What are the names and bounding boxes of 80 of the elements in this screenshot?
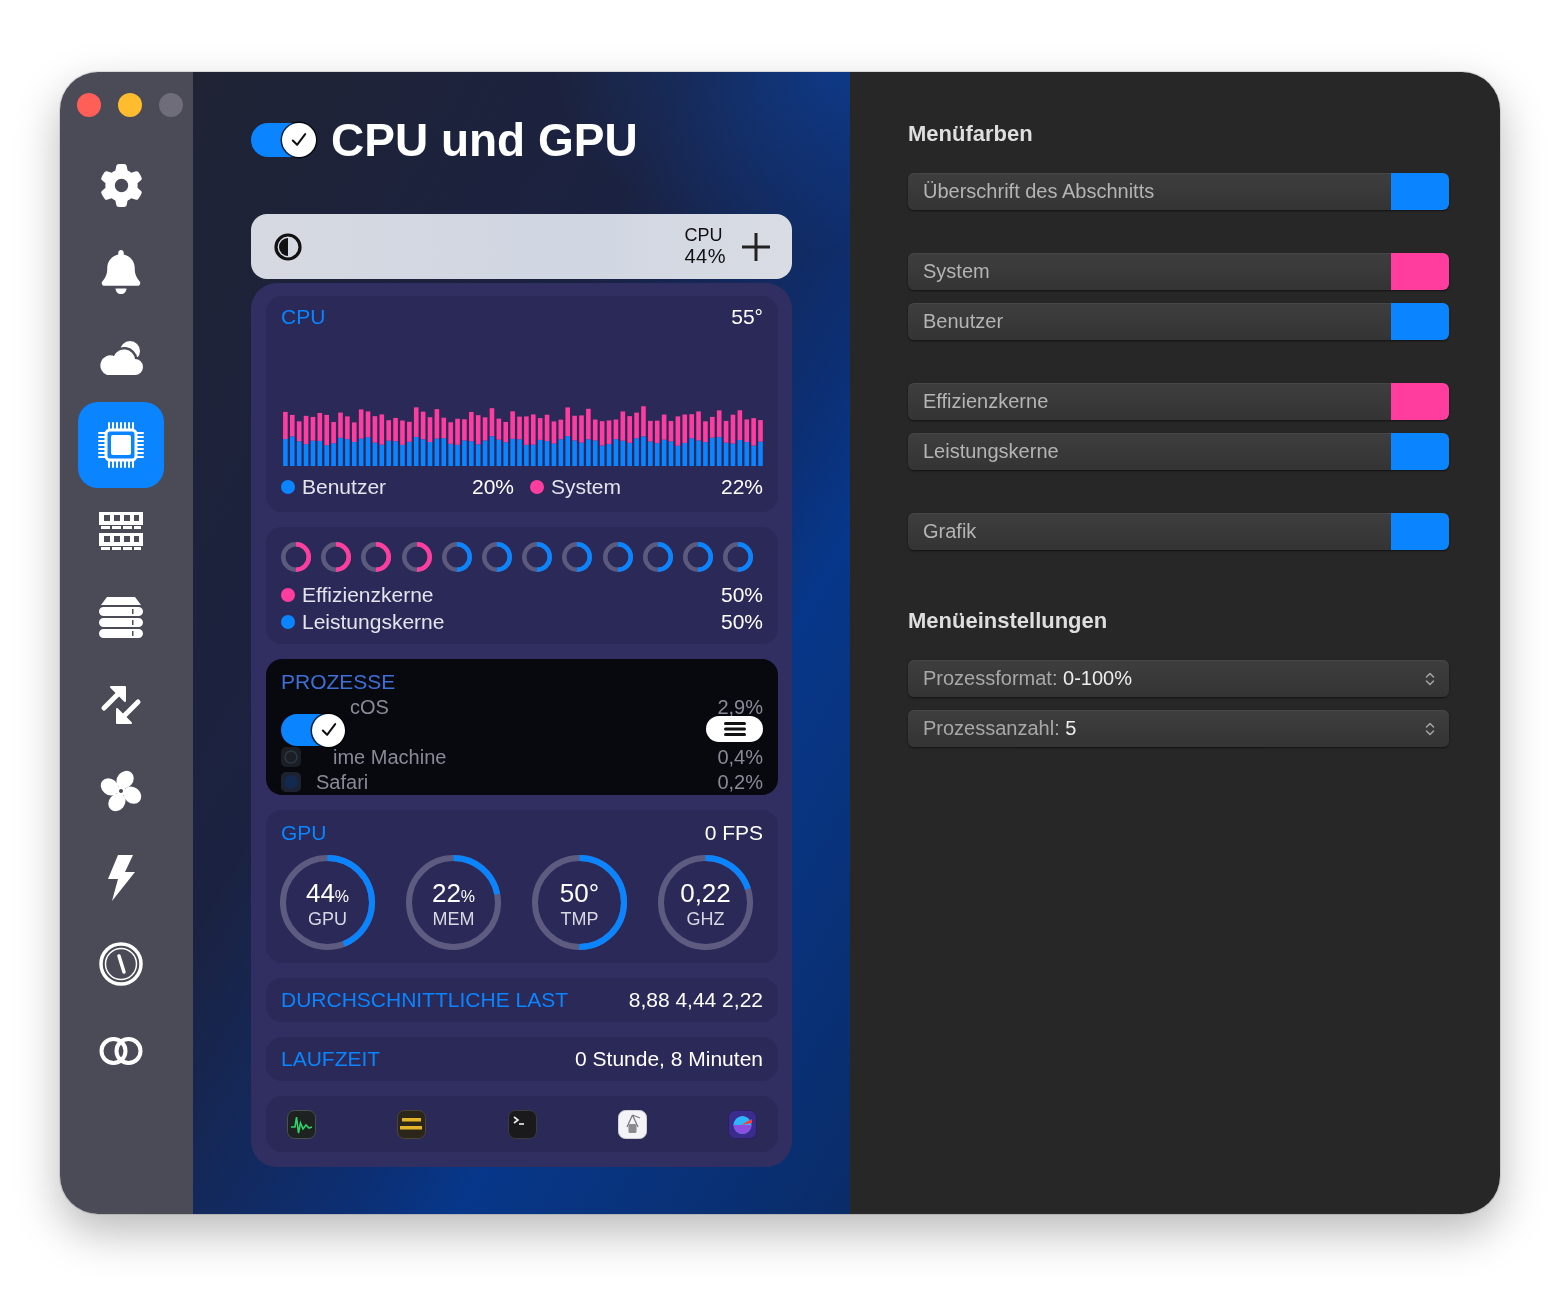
section-title: DURCHSCHNITTLICHE LAST [281, 988, 569, 1012]
plus-icon[interactable] [741, 231, 771, 262]
color-swatch[interactable] [1391, 383, 1449, 420]
cloud-sun-icon [98, 340, 144, 377]
load-values: 8,88 4,44 2,22 [628, 988, 763, 1012]
process-value: 0,4% [717, 747, 763, 767]
popup-button[interactable]: Prozessformat: 0-100% [908, 660, 1449, 697]
chevron-updown-icon [1425, 720, 1435, 737]
memory-module-icon [99, 512, 143, 551]
legend-value: 22% [720, 475, 763, 499]
heartbeat-chart-icon[interactable] [287, 1109, 316, 1139]
page-title: CPU und GPU [331, 117, 638, 163]
process-value: 2,9% [717, 697, 763, 717]
settings-icon [99, 163, 143, 207]
color-swatch[interactable] [1391, 513, 1449, 550]
uptime-value: 0 Stunde, 8 Minuten [575, 1047, 763, 1071]
minimize-button[interactable] [118, 93, 142, 117]
process-name: ime Machine [333, 747, 448, 767]
terminal-icon[interactable] [507, 1109, 537, 1139]
menu-button[interactable] [706, 716, 763, 742]
check-icon [290, 131, 308, 149]
color-label: Leistungskerne [923, 440, 1060, 463]
color-label: Grafik [923, 520, 978, 543]
gauge-icon [99, 942, 143, 987]
gauge-app-icon[interactable] [728, 1109, 757, 1139]
section-heading: Menüeinstellungen [908, 609, 1109, 633]
legend-value: 50% [720, 582, 763, 607]
bolt-icon [107, 854, 135, 901]
bell-icon [99, 249, 143, 294]
color-swatch[interactable] [1391, 433, 1449, 470]
close-button[interactable] [77, 93, 101, 117]
fps-reading: 0 FPS [704, 821, 763, 845]
sidebar-item[interactable] [78, 401, 164, 488]
color-swatch[interactable] [1391, 303, 1449, 340]
half-circle-icon[interactable] [274, 232, 302, 261]
menu-preview-label: CPU [684, 224, 723, 246]
legend-value: 20% [471, 475, 514, 499]
legend-value: 50% [720, 609, 763, 634]
check-icon [319, 721, 338, 739]
color-label: System [923, 260, 991, 283]
chip-icon [98, 421, 144, 468]
gauge-label: TMP [560, 909, 599, 928]
section-title: CPU [281, 305, 326, 329]
toggle-switch[interactable] [281, 714, 345, 746]
menu-preview-value: 44% [684, 245, 726, 269]
chevron-updown-icon [1425, 670, 1435, 687]
temperature-reading: 55° [731, 305, 763, 329]
color-label: Effizienzkerne [923, 390, 1050, 413]
section-title: GPU [281, 821, 327, 845]
gauge-value: 50° [559, 879, 600, 906]
section-title: LAUFZEIT [281, 1047, 381, 1071]
ring-app-icon [281, 747, 301, 767]
color-swatch[interactable] [1391, 253, 1449, 290]
gauge-label: GHZ [686, 909, 725, 928]
gauge-label: MEM [432, 909, 475, 928]
legend-label: System [551, 475, 622, 499]
gauge-value: 0,22 [680, 879, 731, 906]
toggle-switch[interactable] [251, 123, 316, 157]
popup-button[interactable]: Prozessanzahl: 5 [908, 710, 1449, 747]
disc-app-icon [281, 772, 301, 792]
process-name: cOS [350, 697, 390, 717]
device-icon[interactable] [617, 1109, 647, 1139]
color-label: Benutzer [923, 310, 1005, 333]
legend-label: Effizienzkerne [302, 582, 435, 607]
server-stack-icon [99, 596, 143, 639]
rings-icon [99, 1035, 143, 1066]
log-screen-icon[interactable] [397, 1109, 427, 1139]
fan-icon [99, 769, 143, 814]
gauge-value: 44% [305, 879, 350, 906]
legend-label: Leistungskerne [302, 609, 446, 634]
gauge-label: GPU [308, 909, 347, 928]
gauge-value: 22% [431, 879, 476, 906]
process-value: 0,2% [717, 772, 763, 792]
section-title: PROZESSE [281, 671, 396, 692]
section-heading: Menüfarben [908, 122, 1034, 146]
color-swatch[interactable] [1391, 173, 1449, 210]
menu-icon [723, 722, 746, 736]
color-label: Überschrift des Abschnitts [923, 180, 1156, 203]
legend-label: Benutzer [302, 475, 388, 499]
process-name: Safari [316, 772, 370, 792]
